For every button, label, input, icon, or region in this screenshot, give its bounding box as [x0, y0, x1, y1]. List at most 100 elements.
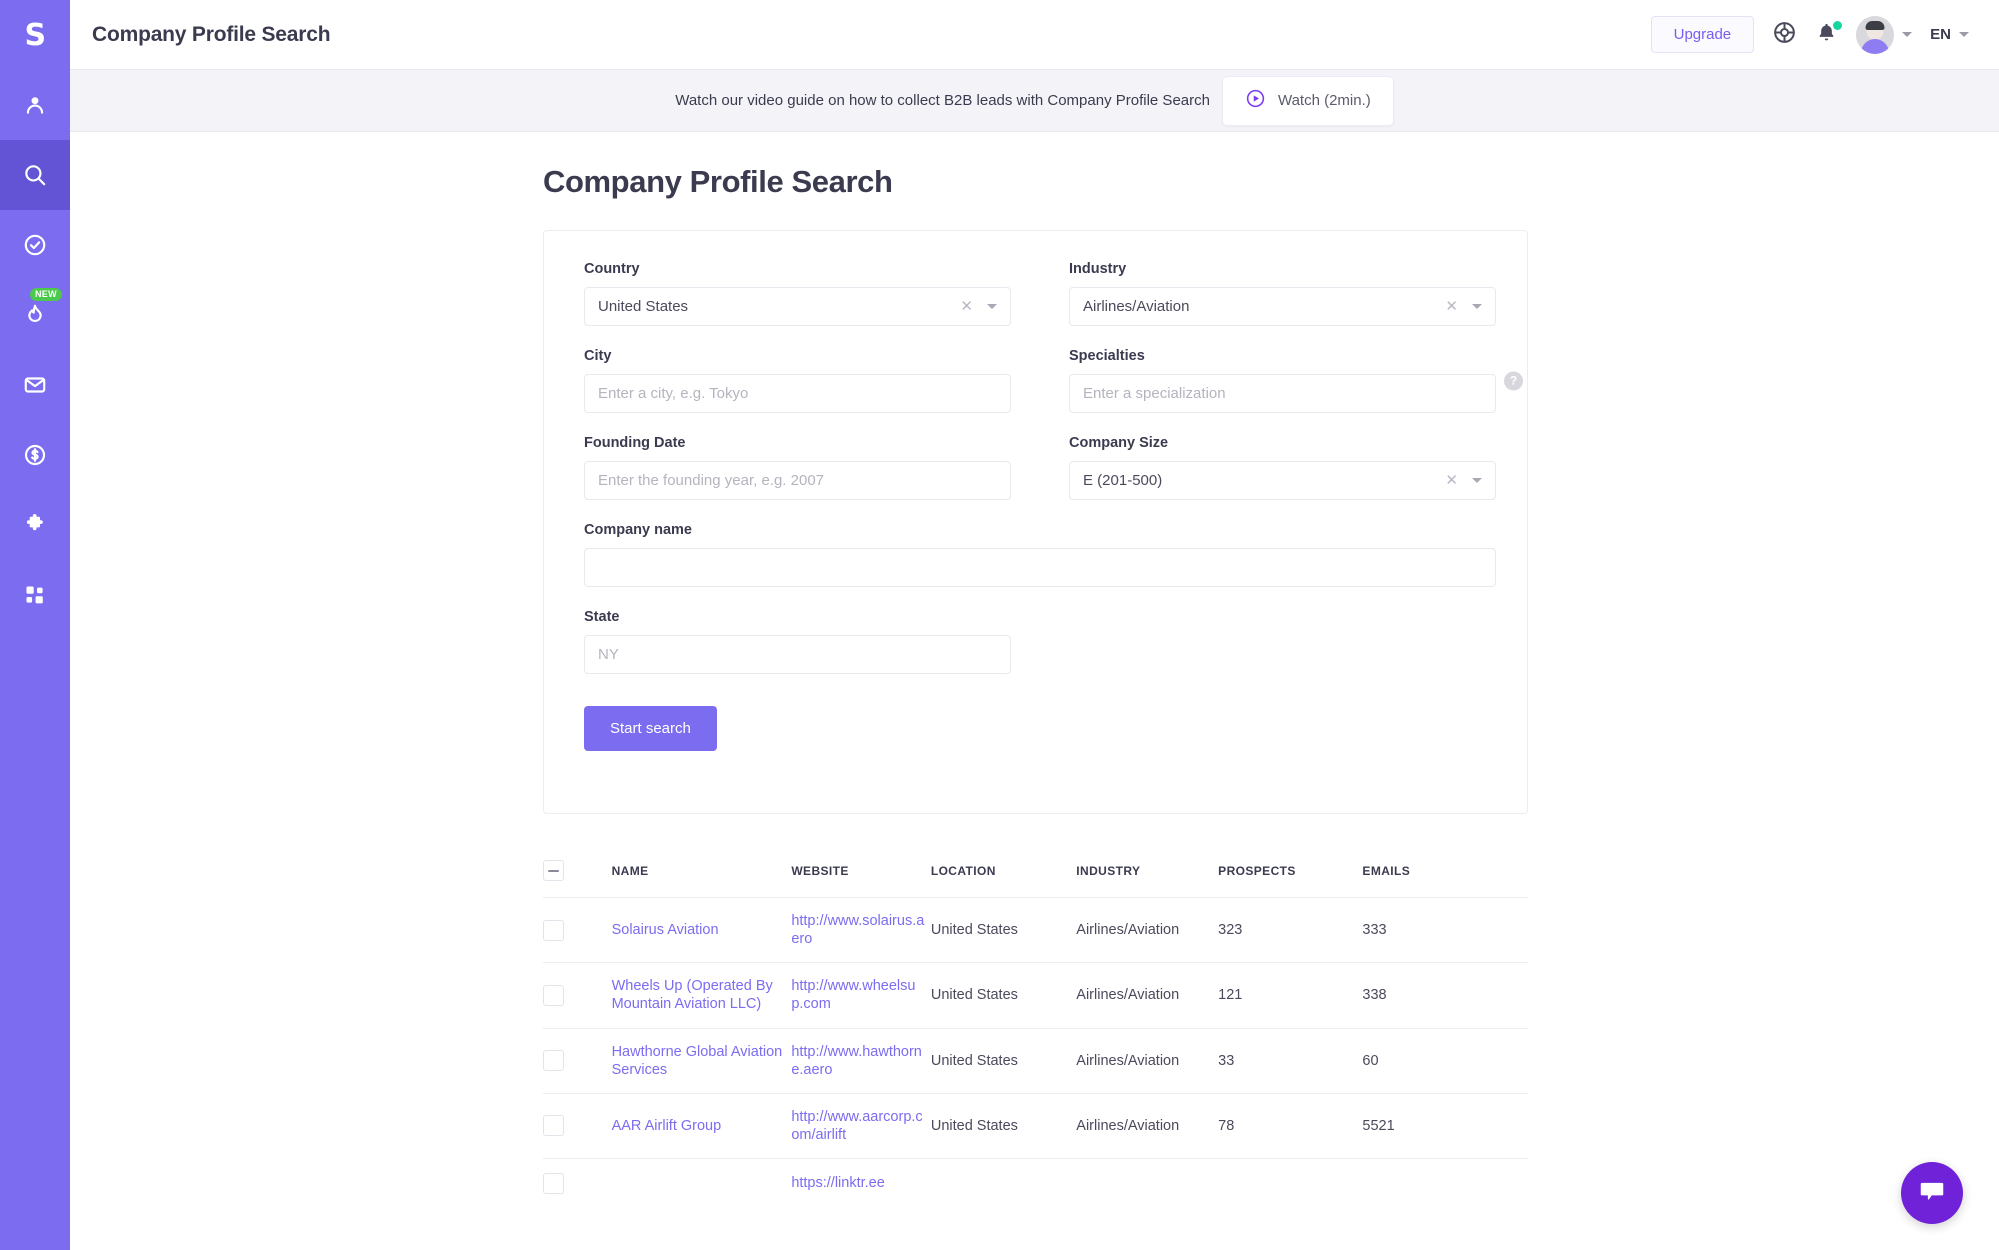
- grid-gap: [1069, 609, 1496, 696]
- person-icon: [22, 92, 48, 118]
- cell-name: Solairus Aviation: [611, 897, 792, 964]
- chat-bubble-icon: [1917, 1176, 1947, 1211]
- cell-emails: 60: [1362, 1028, 1528, 1094]
- state-input[interactable]: NY: [584, 635, 1011, 674]
- video-guide-banner: Watch our video guide on how to collect …: [70, 70, 1999, 132]
- upgrade-button[interactable]: Upgrade: [1650, 16, 1755, 53]
- support-button[interactable]: [1772, 20, 1797, 50]
- sidebar-item-integrations[interactable]: [0, 490, 70, 560]
- company-link[interactable]: Wheels Up (Operated By Mountain Aviation…: [612, 978, 773, 1012]
- cell-website: http://www.wheelsup.com: [791, 962, 931, 1029]
- city-input[interactable]: Enter a city, e.g. Tokyo: [584, 374, 1011, 413]
- cell-location: United States: [930, 897, 1077, 964]
- select-all-checkbox[interactable]: [543, 860, 564, 881]
- company-link[interactable]: Hawthorne Global Aviation Services: [612, 1044, 783, 1078]
- company-name-label: Company name: [584, 522, 692, 538]
- clear-icon[interactable]: ✕: [1445, 473, 1458, 488]
- country-select[interactable]: United States ✕: [584, 287, 1011, 326]
- clear-icon[interactable]: ✕: [960, 299, 973, 314]
- cell-industry: [1076, 1159, 1218, 1195]
- website-link[interactable]: http://www.wheelsup.com: [791, 978, 915, 1012]
- sidebar-item-apps[interactable]: [0, 560, 70, 630]
- row-checkbox[interactable]: [543, 919, 564, 941]
- table-row: AAR Airlift Group http://www.aarcorp.com…: [543, 1093, 1528, 1160]
- table-row: Hawthorne Global Aviation Services http:…: [543, 1028, 1528, 1094]
- check-circle-icon: [22, 232, 48, 258]
- header-industry[interactable]: INDUSTRY: [1076, 844, 1219, 898]
- account-menu[interactable]: [1856, 15, 1913, 54]
- row-select-cell: [543, 962, 612, 1029]
- header-emails[interactable]: EMAILS: [1362, 844, 1528, 898]
- cell-location: United States: [930, 962, 1077, 1029]
- row-checkbox[interactable]: [543, 1050, 564, 1072]
- watch-video-button[interactable]: Watch (2min.): [1221, 75, 1394, 126]
- website-link[interactable]: http://www.aarcorp.com/airlift: [791, 1109, 922, 1143]
- website-link[interactable]: http://www.solairus.aero: [791, 913, 924, 947]
- sidebar-item-campaigns[interactable]: [0, 350, 70, 420]
- row-select-cell: [543, 1159, 612, 1194]
- industry-value: Airlines/Aviation: [1083, 298, 1190, 315]
- specialties-input[interactable]: Enter a specialization: [1069, 374, 1496, 413]
- row-checkbox[interactable]: [543, 1115, 564, 1137]
- website-link[interactable]: http://www.hawthorne.aero: [791, 1044, 922, 1078]
- sidebar-item-prospects[interactable]: [0, 70, 70, 140]
- chat-widget-button[interactable]: [1901, 1162, 1963, 1224]
- row-checkbox[interactable]: [543, 984, 564, 1006]
- flame-icon: [22, 302, 48, 328]
- country-label: Country: [584, 261, 640, 277]
- topbar-actions: Upgrade EN: [1650, 15, 1969, 54]
- sidebar-item-verify[interactable]: [0, 210, 70, 280]
- company-link[interactable]: Solairus Aviation: [612, 922, 719, 938]
- play-circle-icon: [1245, 88, 1266, 114]
- header-location[interactable]: LOCATION: [930, 844, 1077, 898]
- clear-icon[interactable]: ✕: [1445, 299, 1458, 314]
- header-name[interactable]: NAME: [611, 844, 792, 898]
- cell-website: https://linktr.ee: [791, 1159, 931, 1195]
- cell-industry: Airlines/Aviation: [1076, 962, 1219, 1029]
- industry-label: Industry: [1069, 261, 1127, 277]
- cell-emails: 5521: [1362, 1093, 1528, 1160]
- cell-prospects: 121: [1218, 962, 1363, 1029]
- company-name-input[interactable]: [584, 548, 1496, 587]
- field-industry: Industry Airlines/Aviation ✕: [1069, 261, 1496, 326]
- header-prospects[interactable]: PROSPECTS: [1218, 844, 1363, 898]
- chevron-down-icon[interactable]: [1472, 304, 1482, 309]
- app-logo[interactable]: S: [0, 0, 70, 70]
- website-link[interactable]: https://linktr.ee: [791, 1175, 885, 1191]
- company-link[interactable]: AAR Airlift Group: [612, 1118, 722, 1134]
- table-row: Wheels Up (Operated By Mountain Aviation…: [543, 962, 1528, 1029]
- help-icon[interactable]: ?: [1504, 371, 1523, 390]
- header-website[interactable]: WEBSITE: [791, 844, 931, 898]
- cell-emails: 338: [1362, 962, 1528, 1029]
- notification-dot: [1831, 18, 1845, 32]
- founding-date-input[interactable]: Enter the founding year, e.g. 2007: [584, 461, 1011, 500]
- field-specialties: Specialties Enter a specialization ?: [1069, 348, 1523, 413]
- language-selector[interactable]: EN: [1930, 26, 1969, 43]
- sidebar-item-warmup[interactable]: NEW: [0, 280, 70, 350]
- sidebar-item-search[interactable]: [0, 140, 70, 210]
- city-placeholder: Enter a city, e.g. Tokyo: [598, 385, 749, 402]
- cell-industry: Airlines/Aviation: [1076, 1028, 1219, 1094]
- content-scroll-area: Company Profile Search Country United St…: [70, 132, 1999, 1250]
- cell-location: [931, 1159, 1076, 1195]
- company-size-select[interactable]: E (201-500) ✕: [1069, 461, 1496, 500]
- cell-website: http://www.solairus.aero: [791, 897, 931, 964]
- cell-location: United States: [930, 1093, 1077, 1160]
- table-row: Solairus Aviation http://www.solairus.ae…: [543, 897, 1528, 964]
- chevron-down-icon[interactable]: [987, 304, 997, 309]
- chevron-down-icon[interactable]: [1472, 478, 1482, 483]
- cell-industry: Airlines/Aviation: [1076, 897, 1219, 964]
- state-label: State: [584, 609, 620, 625]
- life-ring-icon: [1772, 20, 1797, 50]
- founding-date-label: Founding Date: [584, 435, 686, 451]
- row-checkbox[interactable]: [543, 1173, 564, 1194]
- row-select-cell: [543, 1028, 612, 1094]
- cell-prospects: 78: [1218, 1093, 1363, 1160]
- sidebar-item-billing[interactable]: [0, 420, 70, 490]
- start-search-button[interactable]: Start search: [584, 706, 717, 751]
- submit-row: Start search: [584, 696, 1496, 751]
- select-all-header: [543, 844, 612, 898]
- field-country: Country United States ✕: [584, 261, 1011, 326]
- notifications-button[interactable]: [1815, 18, 1845, 49]
- industry-select[interactable]: Airlines/Aviation ✕: [1069, 287, 1496, 326]
